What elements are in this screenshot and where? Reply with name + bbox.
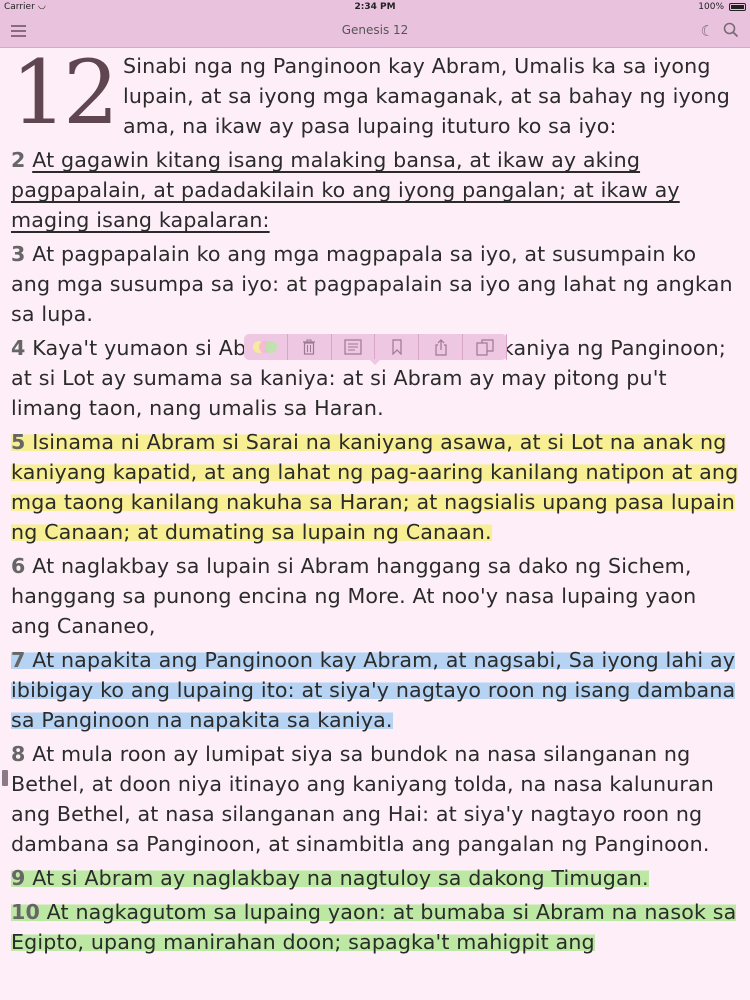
verse-number: 7 [11,648,26,672]
chapter-number: 12 [11,41,119,144]
verse-9[interactable]: 9 At si Abram ay naglakbay na nagtuloy s… [11,863,741,893]
note-button[interactable] [332,334,376,360]
verse-content: 3 At pagpapalain ko ang mga magpapala sa… [11,242,733,326]
bookmark-marker-icon[interactable] [2,770,8,786]
verse-10[interactable]: 10 At nagkagutom sa lupaing yaon: at bum… [11,897,741,957]
copy-icon [475,338,494,356]
verse-8[interactable]: 8 At mula roon ay lumipat siya sa bundok… [11,739,741,859]
verse-number: 3 [11,242,26,266]
verse-2[interactable]: 2 At gagawin kitang isang malaking bansa… [11,145,741,235]
trash-icon [303,339,316,355]
verse-content: 9 At si Abram ay naglakbay na nagtuloy s… [11,866,649,890]
verse-text: Sinabi nga ng Panginoon kay Abram, Umali… [122,54,730,138]
highlight-color-icon [253,340,278,354]
chapter-text: 12 Sinabi nga ng Panginoon kay Abram, Um… [11,48,741,961]
highlight-color-button[interactable] [244,334,288,360]
verse-content: 2 At gagawin kitang isang malaking bansa… [11,148,680,232]
status-bar: Carrier ◡ 2:34 PM 100% [0,0,750,15]
verse-3[interactable]: 3 At pagpapalain ko ang mga magpapala sa… [11,239,741,329]
verse-text: At nagkagutom sa lupaing yaon: at bumaba… [11,900,737,954]
share-icon [435,338,447,356]
night-mode-icon[interactable]: ☾ [701,22,714,40]
verse-action-toolbar [244,334,507,365]
verse-content: 5 Isinama ni Abram si Sarai na kaniyang … [11,430,739,544]
verse-content: 8 At mula roon ay lumipat siya sa bundok… [11,742,714,856]
verse-text: Isinama ni Abram si Sarai na kaniyang as… [11,430,739,544]
verse-text: At si Abram ay naglakbay na nagtuloy sa … [32,866,649,890]
verse-5[interactable]: 5 Isinama ni Abram si Sarai na kaniyang … [11,427,741,547]
note-icon [344,339,362,355]
delete-button[interactable] [288,334,332,360]
bookmark-icon [392,339,402,355]
verse-1[interactable]: Sinabi nga ng Panginoon kay Abram, Umali… [11,51,741,141]
verse-7[interactable]: 7 At napakita ang Panginoon kay Abram, a… [11,645,741,735]
share-button[interactable] [419,334,464,360]
verse-number: 2 [11,148,26,172]
status-time: 2:34 PM [354,2,396,12]
verse-text: At napakita ang Panginoon kay Abram, at … [11,648,736,732]
search-icon[interactable] [723,22,739,38]
page-title[interactable]: Genesis 12 [0,23,750,37]
verse-text: At mula roon ay lumipat siya sa bundok n… [11,742,714,856]
bookmark-button[interactable] [375,334,420,360]
copy-button[interactable] [463,334,507,360]
verse-number: 4 [11,336,26,360]
verse-content: 6 At naglakbay sa lupain si Abram hangga… [11,554,696,638]
verse-number: 10 [11,900,40,924]
verse-number: 8 [11,742,26,766]
verse-number: 9 [11,866,26,890]
verse-content: 10 At nagkagutom sa lupaing yaon: at bum… [11,900,737,954]
verse-list: 2 At gagawin kitang isang malaking bansa… [11,145,741,957]
toolbar-pointer [369,359,381,365]
verse-number: 6 [11,554,26,578]
verse-content: 7 At napakita ang Panginoon kay Abram, a… [11,648,736,732]
verse-6[interactable]: 6 At naglakbay sa lupain si Abram hangga… [11,551,741,641]
verse-number: 5 [11,430,26,454]
verse-text: At gagawin kitang isang malaking bansa, … [11,148,680,232]
battery-percent: 100% [698,2,724,12]
verse-text: At pagpapalain ko ang mga magpapala sa i… [11,242,733,326]
battery-icon [729,3,746,11]
verse-text: At naglakbay sa lupain si Abram hanggang… [11,554,697,638]
